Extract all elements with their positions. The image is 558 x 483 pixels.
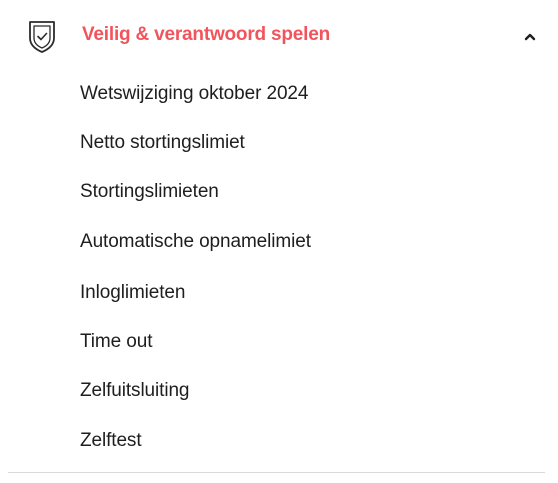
submenu-item-inloglimieten[interactable]: Inloglimieten xyxy=(80,273,185,313)
submenu-item-automatische-opnamelimiet[interactable]: Automatische opnamelimiet xyxy=(80,222,311,262)
submenu-item-netto-stortingslimiet[interactable]: Netto stortingslimiet xyxy=(80,123,245,163)
chevron-up-icon[interactable] xyxy=(523,29,537,41)
submenu-item-zelftest[interactable]: Zelftest xyxy=(80,421,142,461)
submenu-item-zelfuitsluiting[interactable]: Zelfuitsluiting xyxy=(80,371,189,411)
submenu-item-wetswijziging[interactable]: Wetswijziging oktober 2024 xyxy=(80,74,308,114)
shield-check-icon xyxy=(27,18,57,54)
submenu-item-stortingslimieten[interactable]: Stortingslimieten xyxy=(80,172,219,212)
section-divider xyxy=(8,472,545,473)
section-header-toggle[interactable]: Veilig & verantwoord spelen xyxy=(0,0,558,72)
section-title: Veilig & verantwoord spelen xyxy=(82,24,331,45)
responsible-gaming-section: Veilig & verantwoord spelen Wetswijzigin… xyxy=(0,0,558,483)
submenu-item-time-out[interactable]: Time out xyxy=(80,322,153,362)
